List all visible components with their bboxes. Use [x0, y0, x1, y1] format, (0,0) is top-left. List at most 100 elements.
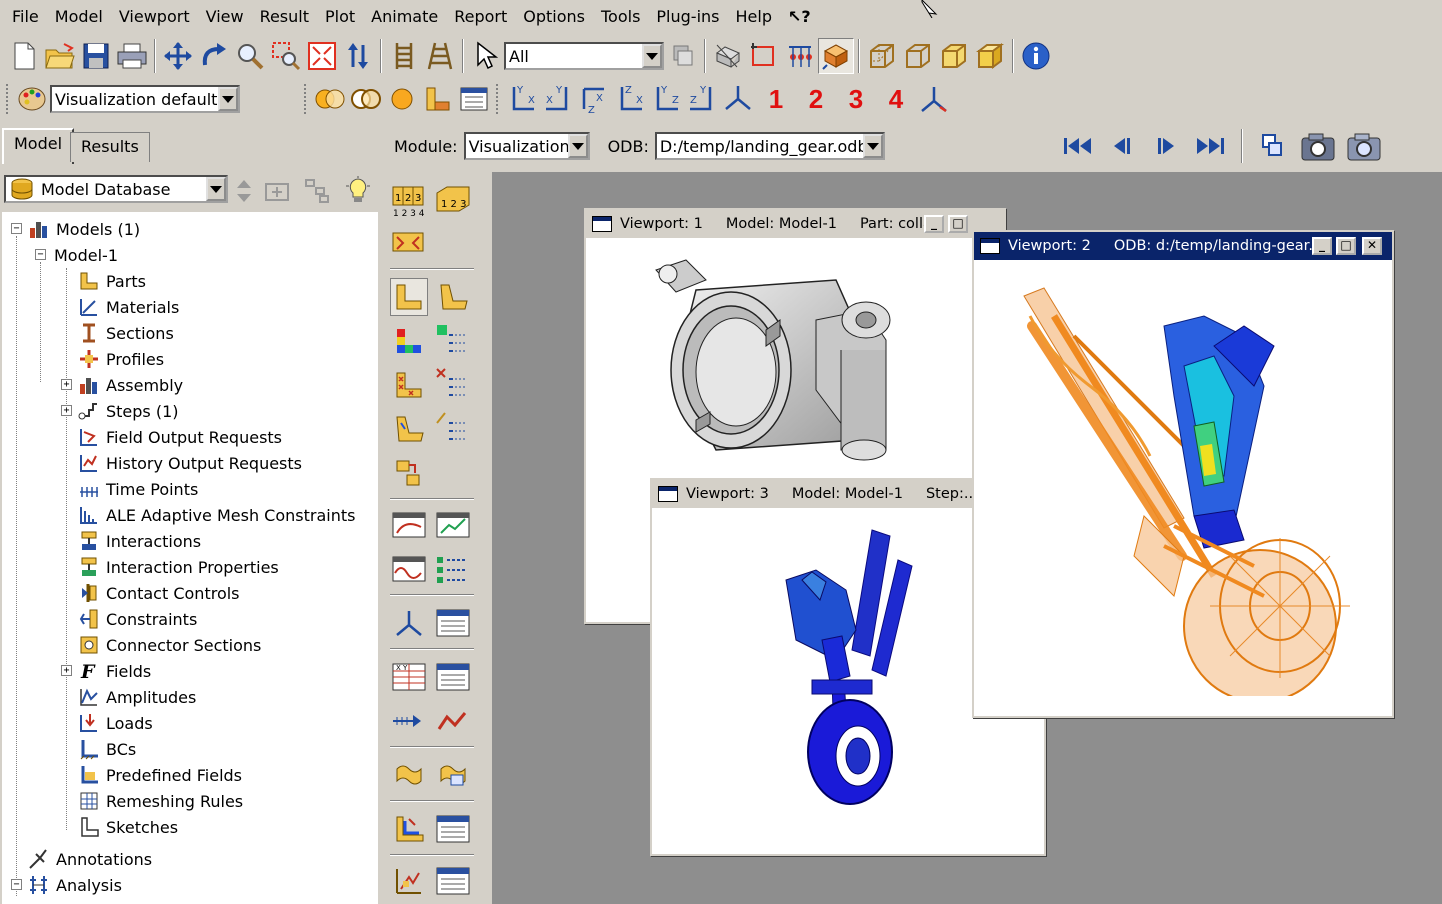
cycle-views-icon[interactable] [340, 38, 376, 74]
shaded-icon[interactable] [972, 38, 1008, 74]
render-shaded-icon[interactable] [818, 38, 854, 74]
chevron-down-icon[interactable] [206, 177, 226, 201]
view-cut-manager-icon[interactable] [434, 604, 472, 642]
probe-values-icon[interactable] [434, 862, 472, 900]
first-frame-icon[interactable] [1061, 134, 1095, 158]
new-file-icon[interactable] [6, 38, 42, 74]
menu-file[interactable]: File [4, 0, 47, 34]
symbol-options-icon[interactable] [434, 366, 472, 404]
triad-icon[interactable] [916, 81, 952, 117]
tree-item-predefined-fields[interactable]: Predefined Fields [78, 762, 242, 788]
xy-data-manager-icon[interactable] [434, 658, 472, 696]
view-right-zy-icon[interactable]: YZ [684, 81, 720, 117]
user-view-1-button[interactable]: 1 [756, 84, 796, 115]
tree-item-history-output-requests[interactable]: History Output Requests [78, 450, 302, 476]
rotate-icon[interactable] [196, 38, 232, 74]
menu-result[interactable]: Result [252, 0, 317, 34]
overlay-outline-icon[interactable] [348, 81, 384, 117]
view-left-yz-icon[interactable]: YZ [648, 81, 684, 117]
tree-item-contact-controls[interactable]: Contact Controls [78, 580, 240, 606]
lightbulb-icon[interactable] [344, 176, 372, 206]
animate-harmonic-icon[interactable] [390, 550, 428, 588]
view-top-xz-icon[interactable]: XZ [576, 81, 612, 117]
menu-animate[interactable]: Animate [363, 0, 446, 34]
chevron-down-icon[interactable] [862, 134, 883, 158]
filter-tree-icon[interactable] [304, 178, 332, 204]
close-icon[interactable]: ✕ [1362, 237, 1382, 255]
tab-results[interactable]: Results [70, 132, 150, 162]
sort-up-down-icon[interactable] [234, 178, 254, 204]
chevron-down-icon[interactable] [642, 44, 662, 68]
menu-plug-ins[interactable]: Plug-ins [648, 0, 727, 34]
tree-item-constraints[interactable]: Constraints [78, 606, 197, 632]
zoom-icon[interactable] [232, 38, 268, 74]
user-view-3-button[interactable]: 3 [836, 84, 876, 115]
auto-fit-icon[interactable] [304, 38, 340, 74]
model-database-select[interactable]: Model Database [4, 175, 228, 203]
menu-report[interactable]: Report [446, 0, 515, 34]
menu-view[interactable]: View [198, 0, 252, 34]
tab-model[interactable]: Model [2, 128, 75, 164]
mesh-rows-icon[interactable] [386, 38, 422, 74]
tree-item-profiles[interactable]: Profiles [78, 346, 164, 372]
plot-symbols-icon[interactable] [390, 366, 428, 404]
selection-filter-select[interactable]: All [504, 42, 664, 70]
previous-frame-icon[interactable] [1105, 134, 1139, 158]
display-group-icon[interactable] [710, 38, 746, 74]
tree-item-analysis[interactable]: Analysis [28, 872, 122, 898]
box-select-icon[interactable] [746, 38, 782, 74]
movie-camera-icon[interactable] [1299, 130, 1337, 162]
viewport-2[interactable]: Viewport: 2 ODB: d:/temp/landing-gear...… [972, 230, 1394, 718]
filled-icon[interactable] [936, 38, 972, 74]
open-folder-icon[interactable] [42, 38, 78, 74]
wireframe-icon[interactable] [864, 38, 900, 74]
label-options-icon[interactable] [390, 224, 428, 262]
chevron-down-icon[interactable] [567, 134, 588, 158]
plot-material-orientations-icon[interactable] [390, 410, 428, 448]
menu-help[interactable]: Help [728, 0, 780, 34]
free-body-manager-icon[interactable] [434, 756, 472, 794]
print-icon[interactable] [114, 38, 150, 74]
tree-item-time-points[interactable]: Time Points [78, 476, 198, 502]
animate-time-history-icon[interactable] [434, 506, 472, 544]
menu-plot[interactable]: Plot [317, 0, 363, 34]
user-view-4-button[interactable]: 4 [876, 84, 916, 115]
expand-tree-icon[interactable] [264, 180, 292, 202]
tree-item-bcs[interactable]: BCs [78, 736, 136, 762]
tree-item-interactions[interactable]: Interactions [78, 528, 201, 554]
info-icon[interactable] [1018, 38, 1054, 74]
plot-contours-icon[interactable] [390, 322, 428, 360]
tree-item-models[interactable]: Models (1) [28, 216, 140, 242]
query-icon[interactable] [390, 862, 428, 900]
create-xy-data-icon[interactable]: X Y [390, 658, 428, 696]
tree-item-connector-sections[interactable]: Connector Sections [78, 632, 261, 658]
animation-options-icon[interactable] [1257, 131, 1287, 161]
tree-item-remeshing-rules[interactable]: Remeshing Rules [78, 788, 243, 814]
minimize-icon[interactable]: _ [924, 215, 944, 233]
menu-viewport[interactable]: Viewport [111, 0, 198, 34]
view-cut-icon[interactable] [390, 604, 428, 642]
collapse-models-toggle[interactable]: − [11, 223, 22, 234]
menu-options[interactable]: Options [515, 0, 593, 34]
next-frame-icon[interactable] [1149, 134, 1183, 158]
orientation-options-icon[interactable] [434, 410, 472, 448]
mesh-numbering-icon[interactable]: 123 1 2 3 4 [390, 182, 428, 220]
maximize-icon[interactable]: □ [1336, 237, 1356, 255]
tree-item-model-1[interactable]: Model-1 [54, 242, 118, 268]
perspective-icon[interactable] [422, 38, 458, 74]
maximize-icon[interactable]: □ [948, 215, 968, 233]
tree-item-fields[interactable]: F Fields [78, 658, 151, 684]
select-pointer-icon[interactable] [468, 38, 504, 74]
palette-icon[interactable] [14, 81, 50, 117]
module-select[interactable]: Visualization [463, 132, 590, 160]
collapse-analysis-toggle[interactable]: − [11, 879, 22, 890]
plot-undeformed-icon[interactable] [390, 278, 428, 316]
display-group-manager-icon[interactable] [434, 810, 472, 848]
tree-item-field-output-requests[interactable]: Field Output Requests [78, 424, 282, 450]
menu-model[interactable]: Model [47, 0, 111, 34]
contour-options-icon[interactable] [434, 322, 472, 360]
tree-item-steps[interactable]: Steps (1) [78, 398, 179, 424]
pan-icon[interactable] [160, 38, 196, 74]
plot-deformed-icon[interactable] [434, 278, 472, 316]
tree-item-interaction-properties[interactable]: Interaction Properties [78, 554, 279, 580]
